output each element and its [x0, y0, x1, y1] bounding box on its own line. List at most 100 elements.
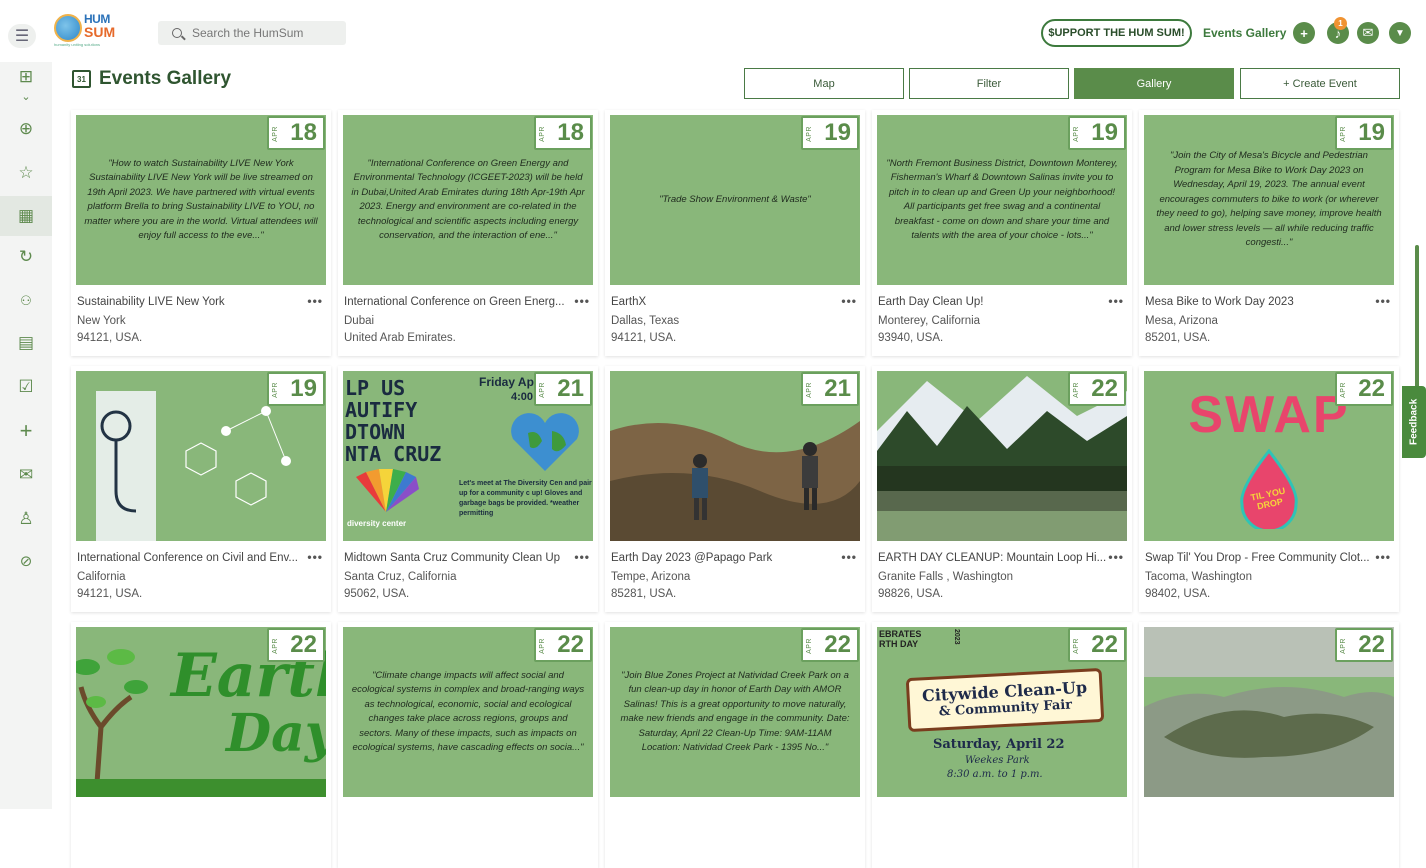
more-options-icon[interactable]: ••• [1108, 550, 1124, 564]
event-postal: 93940, USA. [878, 332, 944, 344]
gallery-button[interactable]: Gallery [1074, 68, 1234, 99]
support-button[interactable]: $UPPORT THE HUM SUM! [1041, 19, 1192, 47]
date-day: 22 [1358, 631, 1385, 658]
date-month: APR [1340, 382, 1347, 398]
event-location: Tempe, Arizona [611, 571, 691, 583]
date-badge: APR 19 [1335, 116, 1393, 150]
event-card[interactable]: APR 19 International Conference on Civil … [71, 366, 331, 612]
star-icon[interactable]: ☆ [0, 158, 52, 188]
date-month: APR [539, 638, 546, 654]
date-month: APR [806, 638, 813, 654]
event-location: Monterey, California [878, 315, 981, 327]
date-month: APR [539, 126, 546, 142]
event-postal: 85281, USA. [611, 588, 677, 600]
event-card[interactable]: EBRATES RTH DAY 2023 Citywide Clean-Up &… [872, 622, 1132, 868]
more-options-icon[interactable]: ••• [841, 294, 857, 308]
event-title[interactable]: Earth Day 2023 @Papago Park [611, 552, 841, 564]
event-card[interactable]: "Trade Show Environment & Waste" APR 19 E… [605, 110, 865, 356]
search-input[interactable]: Search the HumSum [158, 21, 346, 45]
event-postal: United Arab Emirates. [344, 332, 456, 344]
events-gallery-link[interactable]: Events Gallery [1203, 26, 1286, 40]
people-icon[interactable]: ⚇ [0, 286, 52, 316]
messages-icon[interactable]: ✉ [1357, 22, 1379, 44]
date-badge: APR 22 [801, 628, 859, 662]
date-badge: APR 19 [1068, 116, 1126, 150]
help-icon[interactable]: ⊘ [0, 546, 52, 576]
mail-icon[interactable]: ✉ [0, 460, 52, 490]
event-title[interactable]: Sustainability LIVE New York [77, 296, 307, 308]
event-location: Granite Falls , Washington [878, 571, 1014, 583]
more-options-icon[interactable]: ••• [307, 294, 323, 308]
date-day: 21 [557, 375, 584, 402]
hamburger-menu-icon[interactable]: ☰ [8, 24, 36, 48]
event-card[interactable]: "International Conference on Green Energ… [338, 110, 598, 356]
refresh-icon[interactable]: ↻ [0, 242, 52, 272]
checklist-icon[interactable]: ☑ [0, 372, 52, 402]
date-badge: APR 22 [1335, 372, 1393, 406]
event-card[interactable]: Earth Day APR22 [71, 622, 331, 868]
map-button[interactable]: Map [744, 68, 904, 99]
event-card[interactable]: "Climate change impacts will affect soci… [338, 622, 598, 868]
top-bar: ☰ HUM SUM humanity uniting solutions Sea… [0, 0, 1426, 62]
more-options-icon[interactable]: ••• [841, 550, 857, 564]
event-title[interactable]: Mesa Bike to Work Day 2023 [1145, 296, 1375, 308]
event-title[interactable]: EarthX [611, 296, 841, 308]
flyer-org: diversity center [347, 519, 407, 528]
event-card[interactable]: LP US AUTIFY DTOWN NTA CRUZ Friday Ap 4:… [338, 366, 598, 612]
more-options-icon[interactable]: ••• [574, 294, 590, 308]
more-options-icon[interactable]: ••• [1108, 294, 1124, 308]
gift-icon[interactable]: ⊕ [0, 114, 52, 144]
event-postal: 95062, USA. [344, 588, 410, 600]
event-card[interactable]: "Join Blue Zones Project at Natividad Cr… [605, 622, 865, 868]
date-month: APR [806, 382, 813, 398]
rainbow-fan-icon [356, 469, 419, 512]
event-title[interactable]: Midtown Santa Cruz Community Clean Up [344, 552, 574, 564]
more-options-icon[interactable]: ••• [1375, 550, 1391, 564]
fair-top-line2: RTH DAY [879, 639, 919, 649]
date-day: 22 [1091, 631, 1118, 658]
fair-top-line: EBRATES [879, 629, 922, 639]
date-badge: APR 18 [267, 116, 325, 150]
event-card[interactable]: "Join the City of Mesa's Bicycle and Ped… [1139, 110, 1399, 356]
more-options-icon[interactable]: ••• [1375, 294, 1391, 308]
profile-dropdown-icon[interactable]: ▼ [1389, 22, 1411, 44]
event-title[interactable]: International Conference on Green Energ.… [344, 296, 574, 308]
page-scrollbar[interactable] [1415, 245, 1419, 395]
humsum-logo[interactable]: HUM SUM humanity uniting solutions [54, 12, 116, 48]
add-icon[interactable]: + [1293, 22, 1315, 44]
create-event-button[interactable]: + Create Event [1240, 68, 1400, 99]
user-icon[interactable]: ♙ [0, 504, 52, 534]
event-card[interactable]: SWAP TIL YOU DROP APR 22 Swap Til' You Dr… [1139, 366, 1399, 612]
event-card[interactable]: APR 22 [1139, 622, 1399, 868]
flyer-line: NTA CRUZ [345, 442, 442, 466]
event-title[interactable]: Earth Day Clean Up! [878, 296, 1108, 308]
date-day: 19 [1358, 119, 1385, 146]
event-description: "Join Blue Zones Project at Natividad Cr… [620, 669, 850, 754]
event-postal: 98402, USA. [1145, 588, 1211, 600]
event-location: Mesa, Arizona [1145, 315, 1218, 327]
date-day: 21 [824, 375, 851, 402]
event-card[interactable]: APR 22 EARTH DAY CLEANUP: Mountain Loop H… [872, 366, 1132, 612]
plus-icon[interactable]: + [0, 416, 52, 446]
more-options-icon[interactable]: ••• [574, 550, 590, 564]
event-card[interactable]: "North Fremont Business District, Downto… [872, 110, 1132, 356]
calendar-icon[interactable]: ▦ [0, 196, 52, 236]
date-day: 19 [290, 375, 317, 402]
event-card[interactable]: "How to watch Sustainability LIVE New Yo… [71, 110, 331, 356]
feedback-tab[interactable]: Feedback [1402, 386, 1426, 458]
more-options-icon[interactable]: ••• [307, 550, 323, 564]
event-title[interactable]: EARTH DAY CLEANUP: Mountain Loop Hi... [878, 552, 1108, 564]
event-card[interactable]: APR 21 Earth Day 2023 @Papago Park ••• Te… [605, 366, 865, 612]
heart-globe-icon [511, 413, 579, 471]
event-title[interactable]: Swap Til' You Drop - Free Community Clot… [1145, 552, 1375, 564]
event-postal: 94121, USA. [611, 332, 677, 344]
contacts-icon[interactable]: ▤ [0, 328, 52, 358]
date-badge: APR 21 [801, 372, 859, 406]
filter-button[interactable]: Filter [909, 68, 1069, 99]
chevron-down-icon[interactable]: ⌄ [0, 88, 52, 104]
event-title[interactable]: International Conference on Civil and En… [77, 552, 307, 564]
date-day: 22 [1358, 375, 1385, 402]
event-description: "Trade Show Environment & Waste" [659, 193, 811, 205]
flyer-time: 4:00 [511, 391, 534, 403]
date-day: 19 [824, 119, 851, 146]
